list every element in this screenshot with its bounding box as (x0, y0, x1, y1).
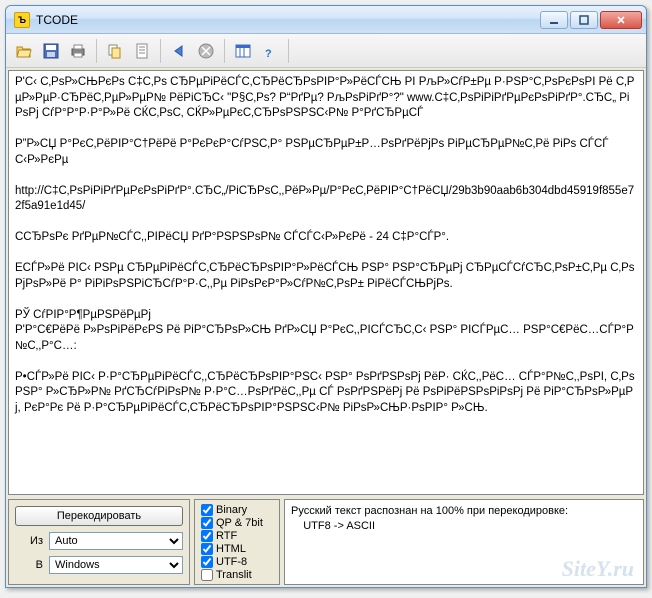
toolbar-separator (224, 39, 225, 63)
qp-checkbox[interactable]: QP & 7bit (201, 517, 273, 529)
toolbar-separator (96, 39, 97, 63)
help-button[interactable]: ? (258, 39, 282, 63)
stop-button[interactable] (194, 39, 218, 63)
utf8-checkbox[interactable]: UTF-8 (201, 556, 273, 568)
toolbar-separator (160, 39, 161, 63)
maximize-button[interactable] (570, 11, 598, 29)
titlebar[interactable]: Ъ TCODE (6, 6, 646, 34)
status-line-2: UTF8 -> ASCII (291, 519, 637, 534)
from-label: Из (15, 535, 43, 547)
content-area: Р'С‹ С‚РѕР»СЊРєРѕ С‡С‚Рѕ СЂРµРіРёСЃС‚СЂР… (6, 68, 646, 587)
rtf-checkbox[interactable]: RTF (201, 530, 273, 542)
html-checkbox[interactable]: HTML (201, 543, 273, 555)
toolbar-separator (288, 39, 289, 63)
back-button[interactable] (167, 39, 191, 63)
settings-button[interactable] (231, 39, 255, 63)
copy-button[interactable] (103, 39, 127, 63)
paste-button[interactable] (130, 39, 154, 63)
close-button[interactable] (600, 11, 642, 29)
svg-text:?: ? (265, 48, 272, 60)
options-panel: Binary QP & 7bit RTF HTML UTF-8 Translit (194, 499, 280, 585)
app-window: Ъ TCODE ? Р'С‹ С‚РѕР»СЊРєРѕ С‡С‚Рѕ СЂРµР… (5, 5, 647, 588)
bottom-panel: Перекодировать Из Auto В Windows Binary … (8, 499, 644, 585)
save-button[interactable] (39, 39, 63, 63)
to-label: В (15, 559, 43, 571)
app-icon: Ъ (14, 12, 30, 28)
window-title: TCODE (34, 13, 540, 27)
recode-panel: Перекодировать Из Auto В Windows (8, 499, 190, 585)
recode-button[interactable]: Перекодировать (15, 506, 183, 526)
binary-checkbox[interactable]: Binary (201, 504, 273, 516)
text-area[interactable]: Р'С‹ С‚РѕР»СЊРєРѕ С‡С‚Рѕ СЂРµРіРёСЃС‚СЂР… (8, 70, 644, 495)
status-line-1: Русский текст распознан на 100% при пере… (291, 504, 637, 519)
open-button[interactable] (12, 39, 36, 63)
toolbar: ? (6, 34, 646, 68)
status-panel: Русский текст распознан на 100% при пере… (284, 499, 644, 585)
window-buttons (540, 11, 642, 29)
translit-checkbox[interactable]: Translit (201, 569, 273, 581)
to-select[interactable]: Windows (49, 556, 183, 574)
print-button[interactable] (66, 39, 90, 63)
minimize-button[interactable] (540, 11, 568, 29)
watermark: SiteY.ru (562, 554, 634, 585)
from-select[interactable]: Auto (49, 532, 183, 550)
